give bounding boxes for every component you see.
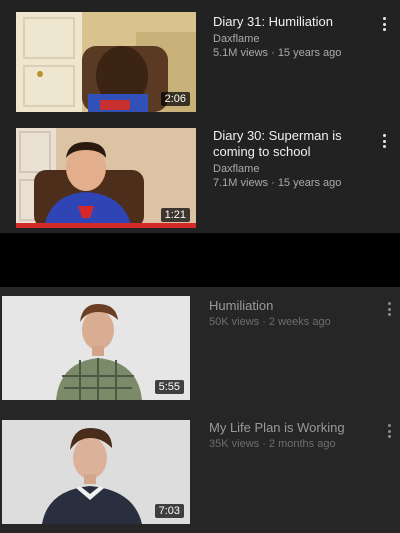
video-item-humiliation[interactable]: 5:55 Humiliation 50K views · 2 weeks ago bbox=[0, 292, 400, 404]
video-stats: 35K views · 2 months ago bbox=[209, 438, 336, 450]
video-item-life-plan[interactable]: 7:03 My Life Plan is Working 35K views ·… bbox=[0, 416, 400, 533]
more-options-icon[interactable] bbox=[382, 422, 396, 440]
view-count: 7.1M views bbox=[213, 177, 269, 189]
video-stats: 50K views · 2 weeks ago bbox=[209, 316, 331, 328]
video-duration: 5:55 bbox=[154, 380, 184, 394]
video-thumbnail[interactable]: 5:55 bbox=[2, 296, 190, 400]
upload-age: 2 weeks ago bbox=[268, 316, 331, 328]
channel-name[interactable]: Daxflame bbox=[213, 32, 373, 46]
view-count: 5.1M views bbox=[213, 47, 269, 59]
more-options-icon[interactable] bbox=[377, 132, 391, 150]
upload-age: 15 years ago bbox=[277, 47, 342, 59]
video-title[interactable]: Diary 30: Superman is coming to school bbox=[213, 128, 373, 160]
channel-name[interactable]: Daxflame bbox=[213, 162, 373, 176]
video-title[interactable]: Diary 31: Humiliation bbox=[213, 14, 373, 30]
video-stats: 7.1M views · 15 years ago bbox=[213, 177, 342, 189]
panel-divider bbox=[0, 233, 400, 287]
more-options-icon[interactable] bbox=[377, 15, 391, 33]
video-duration: 7:03 bbox=[154, 504, 184, 518]
video-stats: 5.1M views · 15 years ago bbox=[213, 47, 342, 59]
view-count: 35K views bbox=[209, 438, 260, 450]
video-thumbnail[interactable]: 1:21 bbox=[16, 128, 196, 228]
video-duration: 1:21 bbox=[160, 208, 190, 222]
upload-age: 15 years ago bbox=[277, 177, 342, 189]
video-title[interactable]: Humiliation bbox=[209, 298, 369, 314]
view-count: 50K views bbox=[209, 316, 260, 328]
upload-age: 2 months ago bbox=[268, 438, 336, 450]
video-item-diary-30[interactable]: 1:21 Diary 30: Superman is coming to sch… bbox=[0, 118, 400, 233]
video-duration: 2:06 bbox=[160, 92, 190, 106]
video-thumbnail[interactable]: 7:03 bbox=[2, 420, 190, 524]
video-title[interactable]: My Life Plan is Working bbox=[209, 420, 379, 436]
video-item-diary-31[interactable]: 2:06 Diary 31: Humiliation Daxflame 5.1M… bbox=[0, 0, 400, 118]
video-thumbnail[interactable]: 2:06 bbox=[16, 12, 196, 112]
more-options-icon[interactable] bbox=[382, 300, 396, 318]
